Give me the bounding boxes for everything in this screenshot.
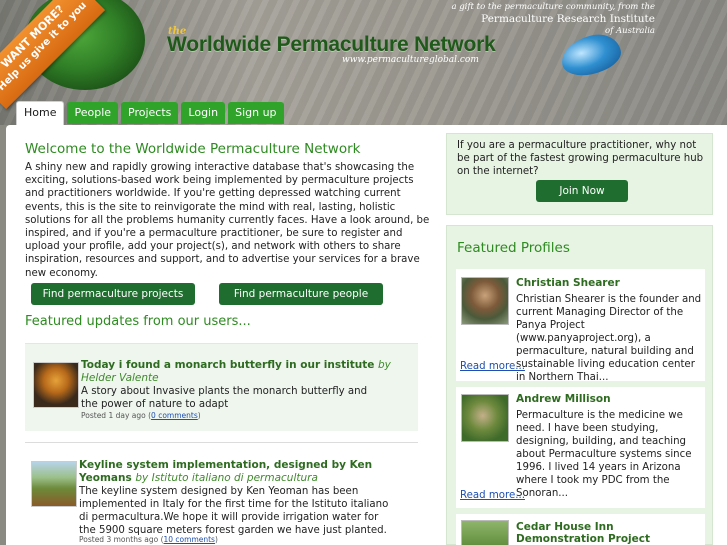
profile-bio: Permaculture is the medicine we need. I … xyxy=(516,409,704,500)
find-people-button[interactable]: Find permaculture people xyxy=(219,283,383,305)
intro-text: A shiny new and rapidly growing interact… xyxy=(25,162,430,279)
update-meta-close: ) xyxy=(197,411,201,420)
profile-name[interactable]: Christian Shearer xyxy=(516,277,620,289)
site-logo-title[interactable]: Worldwide Permaculture Network xyxy=(167,33,496,57)
update-body: The keyline system designed by Ken Yeoma… xyxy=(79,486,389,536)
profile-photo[interactable] xyxy=(461,394,509,442)
update-comments-link[interactable]: 0 comments xyxy=(151,411,198,420)
cta-text: If you are a permaculture practitioner, … xyxy=(457,140,704,177)
profile-name[interactable]: Cedar House Inn Demonstration Project xyxy=(516,521,704,545)
gift-line-2: Permaculture Research Institute xyxy=(481,13,655,25)
read-more-link[interactable]: Read more... xyxy=(460,490,525,501)
profile-photo[interactable] xyxy=(461,520,509,545)
update-author[interactable]: by Istituto italiano di permacultura xyxy=(135,472,318,484)
main-nav: Home People Projects Login Sign up xyxy=(16,101,284,125)
join-now-button[interactable]: Join Now xyxy=(536,180,628,202)
find-projects-button[interactable]: Find permaculture projects xyxy=(31,283,195,305)
featured-profiles-title: Featured Profiles xyxy=(457,240,570,256)
update-title-text[interactable]: Today i found a monarch butterfly in our… xyxy=(81,359,374,371)
update-thumbnail[interactable] xyxy=(33,362,79,408)
profile-bio-text: Permaculture is the medicine we need. I … xyxy=(516,410,692,499)
gift-line-3: of Australia xyxy=(605,26,655,36)
tab-home[interactable]: Home xyxy=(16,101,65,125)
pri-attribution[interactable]: a gift to the permaculture community, fr… xyxy=(451,2,655,37)
update-meta-close: ) xyxy=(214,535,218,544)
welcome-title: Welcome to the Worldwide Permaculture Ne… xyxy=(25,141,361,157)
read-more-link[interactable]: Read more... xyxy=(460,361,525,372)
tab-projects[interactable]: Projects xyxy=(121,102,179,124)
profile-photo[interactable] xyxy=(461,277,509,325)
updates-title: Featured updates from our users... xyxy=(25,314,251,329)
update-body: A story about Invasive plants the monarc… xyxy=(81,386,368,410)
tab-sign-up[interactable]: Sign up xyxy=(228,102,284,124)
site-logo-url: www.permacultureglobal.com xyxy=(342,55,479,65)
tab-people[interactable]: People xyxy=(67,102,119,124)
update-meta: Posted 1 day ago (0 comments) xyxy=(81,411,201,420)
profile-name[interactable]: Andrew Millison xyxy=(516,393,611,405)
update-posted: Posted 1 day ago ( xyxy=(81,411,152,420)
update-thumbnail[interactable] xyxy=(31,461,77,507)
profile-bio-text: Christian Shearer is the founder and cur… xyxy=(516,294,702,383)
update-posted: Posted 3 months ago ( xyxy=(79,535,164,544)
profile-bio: Christian Shearer is the founder and cur… xyxy=(516,293,704,384)
update-title[interactable]: Today i found a monarch butterfly in our… xyxy=(81,359,411,385)
update-title[interactable]: Keyline system implementation, designed … xyxy=(79,459,379,485)
update-comments-link[interactable]: 10 comments xyxy=(164,535,215,544)
tab-login[interactable]: Login xyxy=(181,102,226,124)
gift-line-1: a gift to the permaculture community, fr… xyxy=(451,2,655,12)
updates-divider xyxy=(25,442,418,443)
water-drop-logo xyxy=(557,30,625,80)
update-meta: Posted 3 months ago (10 comments) xyxy=(79,535,218,544)
